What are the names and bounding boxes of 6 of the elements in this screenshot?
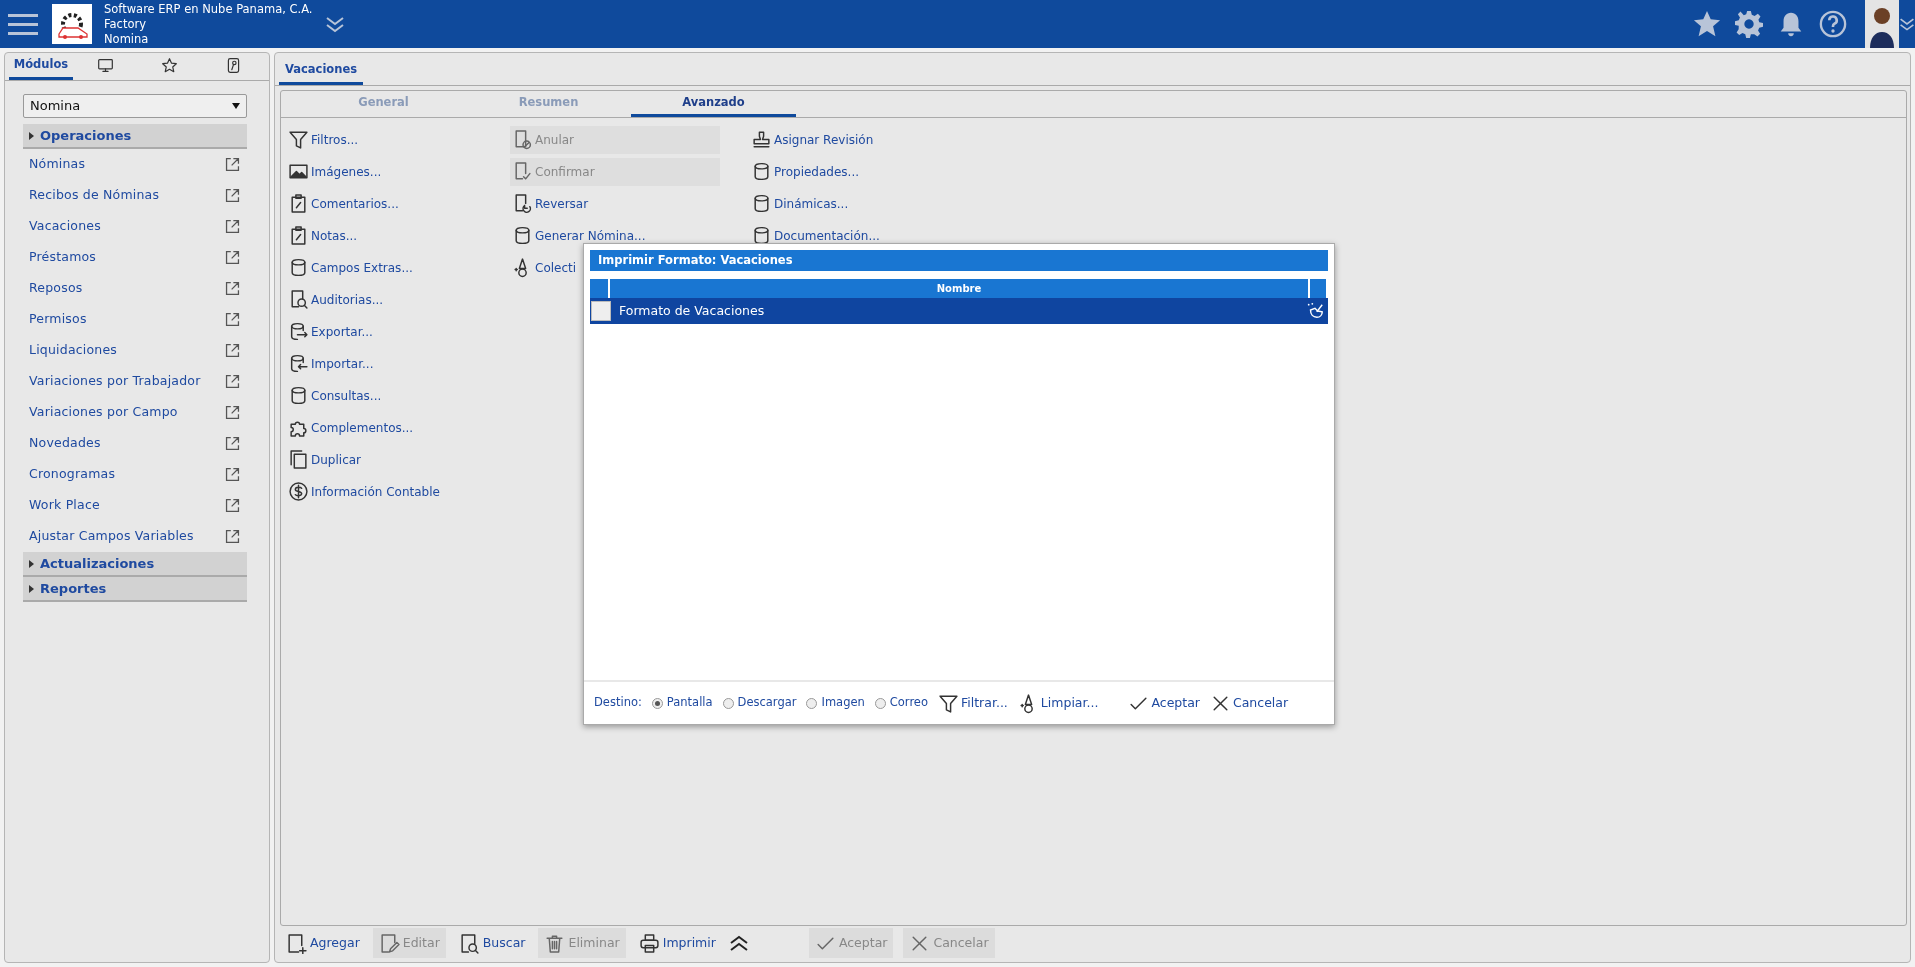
module-name: Nomina xyxy=(104,31,150,47)
dialog-title: Imprimir Formato: Vacaciones xyxy=(590,250,1328,272)
company-name: Software ERP en Nube Panama, C.A. xyxy=(104,1,313,17)
table-cell-text: Formato de Vacaciones xyxy=(619,301,766,320)
destination-label: Destino: xyxy=(594,694,642,712)
branch-name: Factory xyxy=(104,16,147,32)
